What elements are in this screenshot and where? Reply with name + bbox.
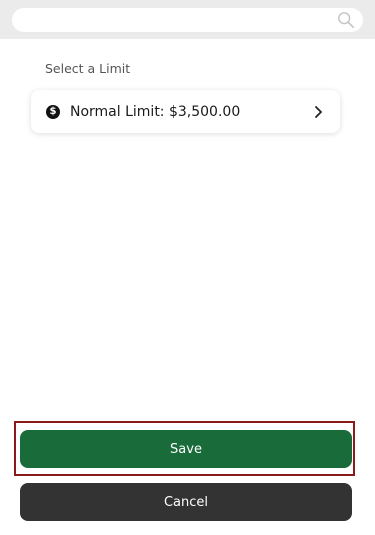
search-bar-container [0,0,375,39]
dollar-icon: $ [46,104,60,119]
chevron-right-icon [315,105,322,118]
save-button[interactable]: Save [20,430,352,468]
limit-option-label: Normal Limit: $3,500.00 [70,103,241,120]
section-label: Select a Limit [45,61,131,76]
cancel-button[interactable]: Cancel [20,483,352,521]
search-input[interactable] [12,8,363,32]
limit-selection-screen: Select a Limit $ Normal Limit: $3,500.00… [0,0,375,535]
search-icon[interactable] [337,11,355,29]
limit-option-normal[interactable]: $ Normal Limit: $3,500.00 [31,90,340,133]
